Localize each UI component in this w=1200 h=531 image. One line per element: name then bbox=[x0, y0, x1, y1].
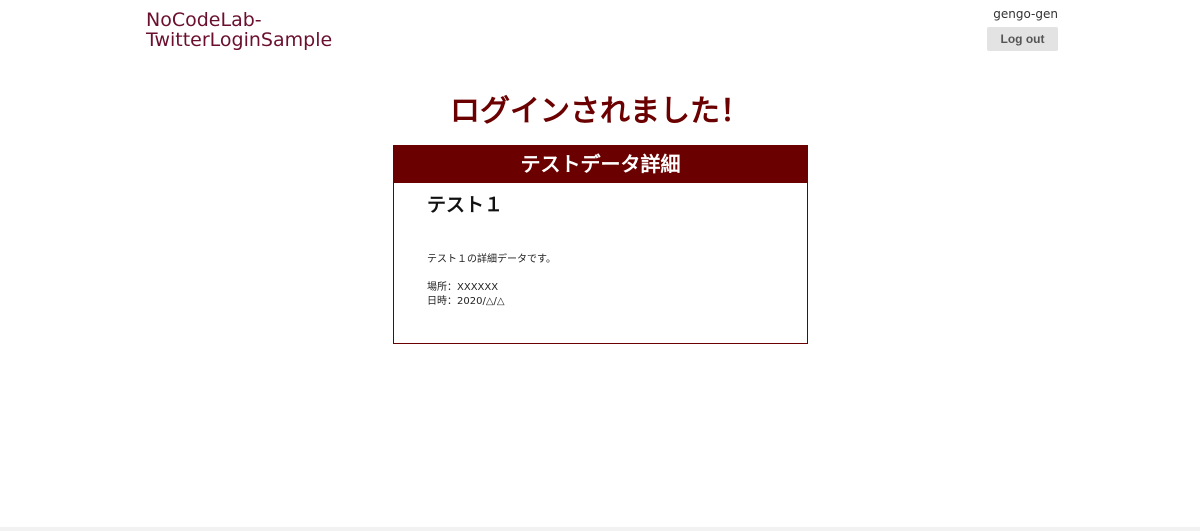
brand-line-2: TwitterLoginSample bbox=[146, 29, 333, 51]
logout-button[interactable]: Log out bbox=[987, 27, 1058, 51]
detail-card-place: 場所：XXXXXX bbox=[427, 282, 499, 293]
bottom-divider bbox=[0, 527, 1200, 531]
page: NoCodeLab- TwitterLoginSample gengo-gen … bbox=[0, 0, 1200, 531]
username-label: gengo-gen bbox=[993, 7, 1058, 21]
detail-card-datetime: 日時：2020/△/△ bbox=[427, 296, 505, 307]
detail-card-header: テストデータ詳細 bbox=[394, 146, 807, 183]
login-success-heading: ログインされました！ bbox=[450, 94, 750, 129]
detail-card-description: テスト１の詳細データです。 bbox=[427, 254, 556, 265]
brand-line-1: NoCodeLab- bbox=[146, 9, 262, 31]
detail-card-title: テスト１ bbox=[427, 194, 504, 216]
detail-card: テストデータ詳細 テスト１ テスト１の詳細データです。 場所：XXXXXX 日時… bbox=[393, 145, 808, 344]
brand-link[interactable]: NoCodeLab- TwitterLoginSample bbox=[146, 10, 386, 50]
